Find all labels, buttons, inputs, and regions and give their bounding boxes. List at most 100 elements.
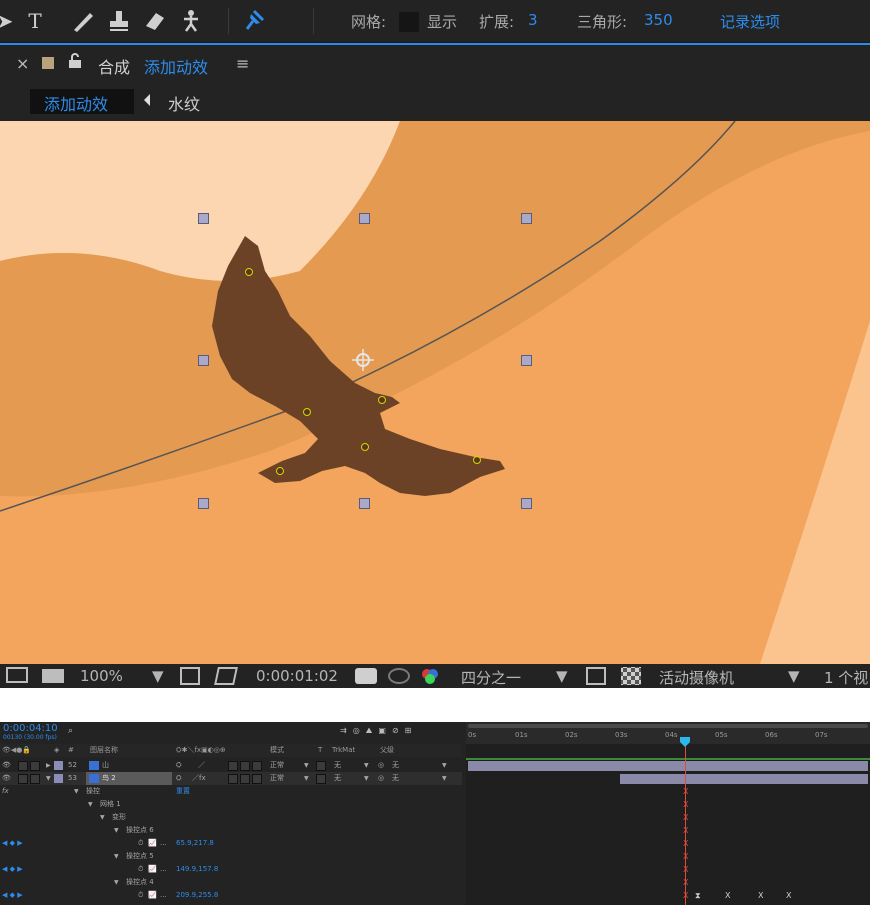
anchor-point-icon[interactable] [352,349,374,371]
chevron-down-icon[interactable]: ▼ [556,667,568,685]
parent-dropdown[interactable]: 无 [392,772,399,785]
layer-row[interactable]: 👁 ▶ 52 山 ⛭ ／ 正常 ▼ 无 ▼ ◎ 无 ▼ [0,759,462,772]
pin-tool-icon[interactable] [240,8,266,34]
collapse-arrow-icon[interactable]: ▼ [100,811,105,824]
show-snapshot-icon[interactable] [388,668,410,684]
puppet-pin[interactable] [378,396,386,404]
keyframe-marker[interactable]: X [786,889,791,902]
eraser-icon[interactable] [142,8,168,34]
composition-viewer[interactable] [0,121,870,664]
layer-name[interactable]: 山 [102,759,109,772]
chevron-down-icon[interactable]: ▼ [442,759,447,772]
layer-duration-bar[interactable] [620,774,868,784]
layer-row-selected[interactable]: 👁 ▼ 53 鸟 2 ⛭ ／fx 正常 ▼ 无 ▼ ◎ 无 ▼ [0,772,462,785]
layer-name[interactable]: 鸟 2 [102,772,116,785]
keyframe-marker[interactable]: X [683,889,688,902]
collapse-arrow-icon[interactable]: ▼ [88,798,93,811]
shy-switch[interactable]: ⛭ [176,759,182,772]
clone-stamp-icon[interactable] [106,8,132,34]
keyframe-marker[interactable]: X [683,824,688,837]
effect-row[interactable]: fx ▼ 操控 重置 [0,785,462,798]
views-dropdown[interactable]: 1 个视 [824,667,868,688]
deform-row[interactable]: ▼ 变形 [0,811,462,824]
pin-row[interactable]: ▼ 操控点 6 [0,824,462,837]
keyframe-marker[interactable]: X [683,798,688,811]
puppet-pin[interactable] [303,408,311,416]
lock-icon[interactable] [68,53,82,73]
keyframe-marker[interactable]: X [683,850,688,863]
camera-icon[interactable] [355,668,377,684]
breadcrumb-item[interactable]: 水纹 [168,91,200,115]
timeline-switches-icons[interactable]: ⇉◎⛰▣⊘⊞ [340,726,417,736]
bound-handle[interactable] [521,355,532,366]
keyframe-marker[interactable]: ⧗ [695,889,701,902]
mask-visibility-icon[interactable] [214,667,238,685]
graph-icon[interactable]: 📈 [148,889,157,902]
stopwatch-icon[interactable]: ⏱ [138,889,143,902]
chevron-down-icon[interactable]: ▼ [364,759,369,772]
puppet-pin[interactable] [473,456,481,464]
chevron-down-icon[interactable]: ▼ [442,772,447,785]
shy-switch[interactable]: ⛭ [176,772,182,785]
pin-row[interactable]: ▼ 操控点 4 [0,876,462,889]
current-time-display[interactable]: 0:00:04:10 [3,723,58,734]
keyframe-marker[interactable]: X [683,811,688,824]
transparency-grid-icon[interactable] [621,667,641,685]
3d-switch[interactable] [252,774,262,784]
breadcrumb-current[interactable]: 添加动效 [44,91,108,115]
chevron-down-icon[interactable]: ▼ [304,772,309,785]
expand-value[interactable]: 3 [528,11,538,29]
reset-link[interactable]: 重置 [176,785,190,798]
puppet-pin-icon[interactable] [178,8,204,34]
preserve-transparency[interactable] [316,774,326,784]
camera-dropdown[interactable]: 活动摄像机 [659,667,734,688]
adjustment-switch[interactable] [240,761,250,771]
eye-icon[interactable]: 👁 [2,772,11,785]
triangles-value[interactable]: 350 [644,11,673,29]
puppet-pin[interactable] [276,467,284,475]
position-value[interactable]: 65.9,217.8 [176,837,214,850]
keyframe-marker[interactable]: X [725,889,730,902]
quality-switch[interactable]: ／ [198,759,205,772]
position-row[interactable]: ◀ ◆ ▶ ⏱ 📈 ... 149.9,157.8 [0,863,462,876]
chevron-down-icon[interactable]: ▼ [364,772,369,785]
chevron-down-icon[interactable]: ▼ [788,667,800,685]
keyframe-marker[interactable]: X [683,876,688,889]
position-row[interactable]: ◀ ◆ ▶ ⏱ 📈 ... 65.9,217.8 [0,837,462,850]
keyframe-nav-icon[interactable]: ◀ ◆ ▶ [2,863,23,876]
bound-handle[interactable] [359,213,370,224]
panel-menu-icon[interactable]: ≡ [236,54,249,73]
motion-blur-switch[interactable] [228,761,238,771]
bound-handle[interactable] [521,498,532,509]
collapse-arrow-icon[interactable]: ▼ [114,850,119,863]
fx-switch[interactable]: ／fx [192,772,206,785]
keyframe-marker[interactable]: X [683,863,688,876]
parent-dropdown[interactable]: 无 [392,759,399,772]
region-icon[interactable] [42,669,64,683]
work-area-bar[interactable] [468,724,868,728]
playhead-icon[interactable] [680,732,690,747]
bound-handle[interactable] [359,498,370,509]
lock-switch[interactable] [30,774,40,784]
solo-switch[interactable] [18,761,28,771]
puppet-pin[interactable] [245,268,253,276]
search-icon[interactable]: ⌕ [68,726,73,736]
trkmat-dropdown[interactable]: 无 [334,772,341,785]
record-options-link[interactable]: 记录选项 [720,11,780,32]
mesh-row[interactable]: ▼ 网格 1 [0,798,462,811]
keyframe-marker[interactable]: X [683,785,688,798]
channel-icon[interactable] [420,667,440,685]
puppet-pin[interactable] [361,443,369,451]
pickwhip-icon[interactable]: ◎ [378,759,384,772]
collapse-arrow-icon[interactable]: ▼ [46,772,51,785]
mesh-show-checkbox[interactable] [399,12,419,32]
position-value[interactable]: 149.9,157.8 [176,863,218,876]
bound-handle[interactable] [521,213,532,224]
resolution-dropdown[interactable]: 四分之一 [461,667,521,688]
pointer-icon[interactable]: ➤ [0,8,18,34]
time-ruler[interactable]: 0s 01s 02s 03s 04s 05s 06s 07s [466,722,870,744]
keyframe-nav-icon[interactable]: ◀ ◆ ▶ [2,889,23,902]
column-layer-name[interactable]: 图层名称 [90,744,118,757]
viewer-timecode[interactable]: 0:00:01:02 [256,667,338,685]
pickwhip-icon[interactable]: ◎ [378,772,384,785]
